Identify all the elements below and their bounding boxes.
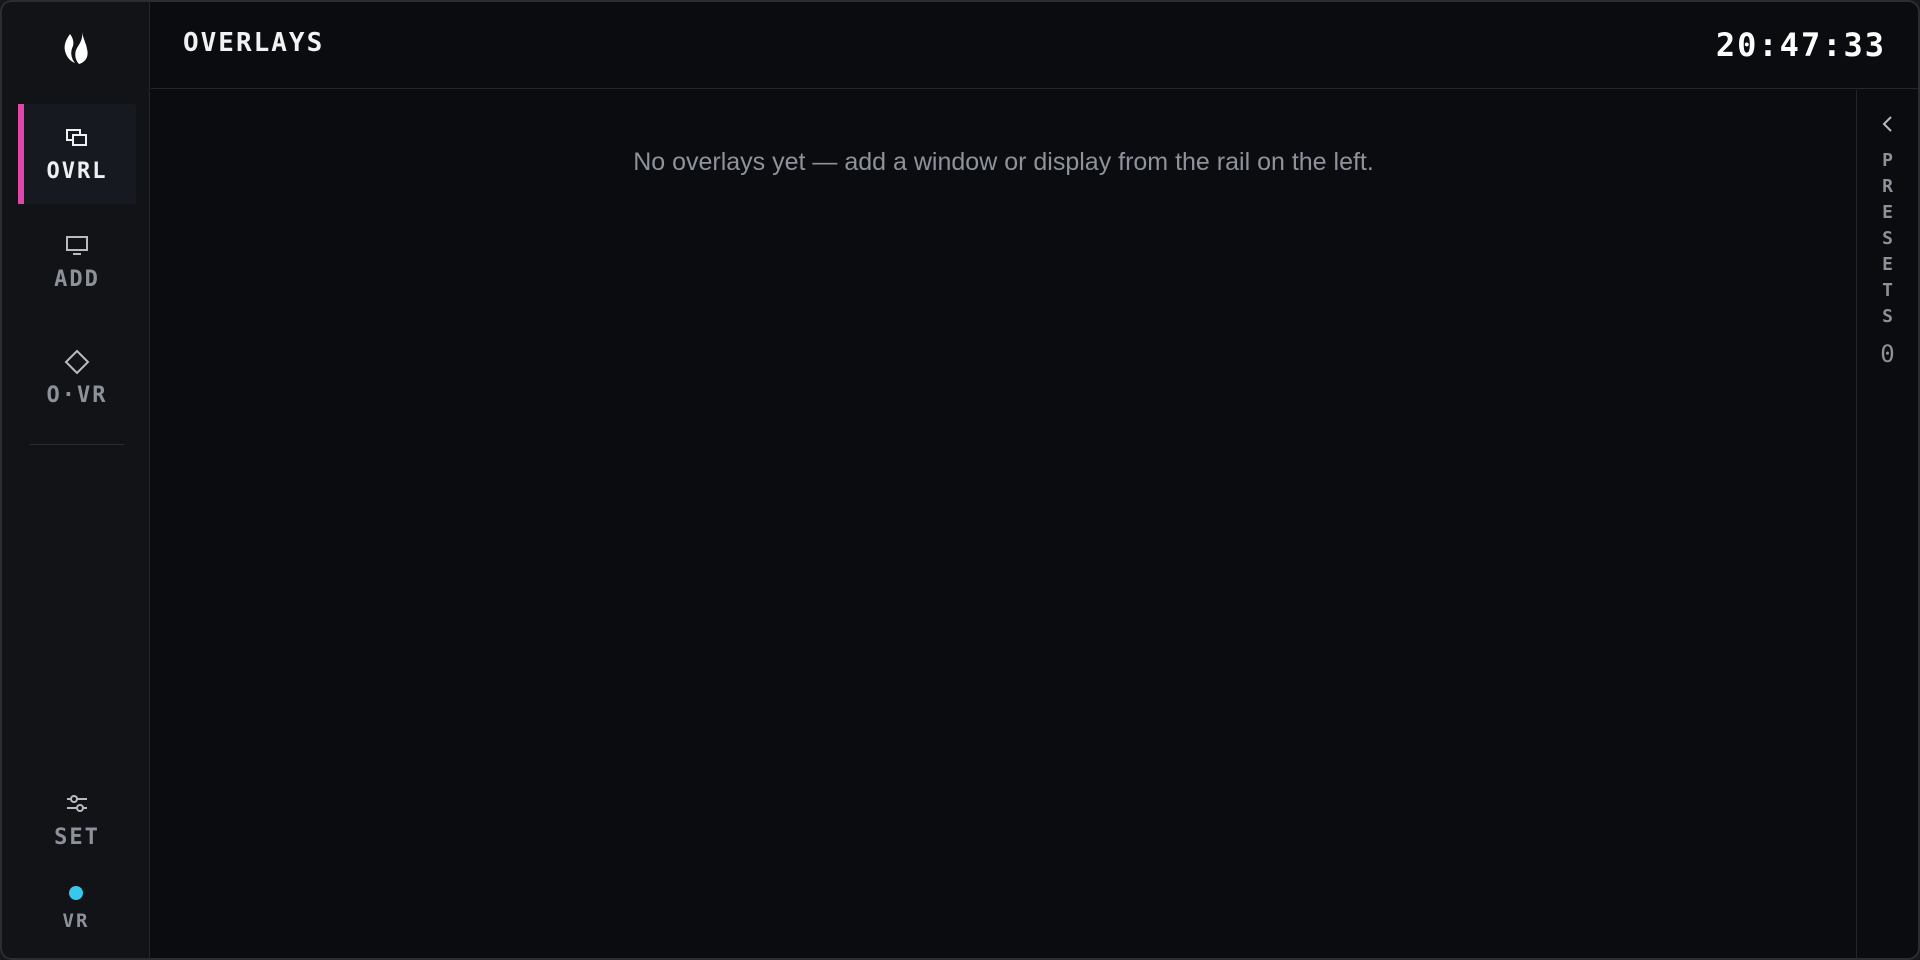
diamond-icon — [64, 349, 90, 375]
vr-status-indicator[interactable]: VR — [2, 886, 150, 946]
left-rail: OVRL ADD O·VR SET VR — [2, 2, 150, 958]
presets-panel: PRESETS 0 — [1856, 90, 1918, 958]
rail-divider — [30, 444, 124, 445]
overlays-icon — [65, 125, 89, 151]
clock: 20:47:33 — [1715, 26, 1886, 64]
rail-item-label: O·VR — [46, 382, 108, 408]
presets-expand-button[interactable] — [1868, 108, 1908, 144]
rail-item-add[interactable]: ADD — [18, 212, 136, 312]
rail-item-settings[interactable]: SET — [18, 770, 136, 870]
presets-label: PRESETS — [1882, 150, 1893, 327]
rail-item-ovr[interactable]: O·VR — [18, 328, 136, 428]
flame-logo-icon — [2, 24, 150, 74]
overlays-canvas: No overlays yet — add a window or displa… — [151, 90, 1856, 958]
app-window: OVRL ADD O·VR SET VR OVERLAYS 20:47:33 N… — [0, 0, 1920, 960]
page-title: OVERLAYS — [183, 28, 325, 58]
sliders-icon — [65, 791, 89, 817]
rail-item-label: ADD — [54, 266, 100, 292]
rail-item-overlays[interactable]: OVRL — [18, 104, 136, 204]
chevron-left-icon — [1881, 114, 1895, 138]
rail-item-label: OVRL — [46, 158, 108, 184]
monitor-icon — [65, 233, 89, 259]
vr-status-label: VR — [62, 910, 90, 932]
empty-state-message: No overlays yet — add a window or displa… — [633, 148, 1374, 176]
top-header: OVERLAYS 20:47:33 — [151, 2, 1918, 89]
presets-count: 0 — [1880, 340, 1895, 368]
active-indicator — [18, 104, 24, 204]
rail-item-label: SET — [54, 824, 100, 850]
vr-status-dot — [69, 886, 83, 900]
